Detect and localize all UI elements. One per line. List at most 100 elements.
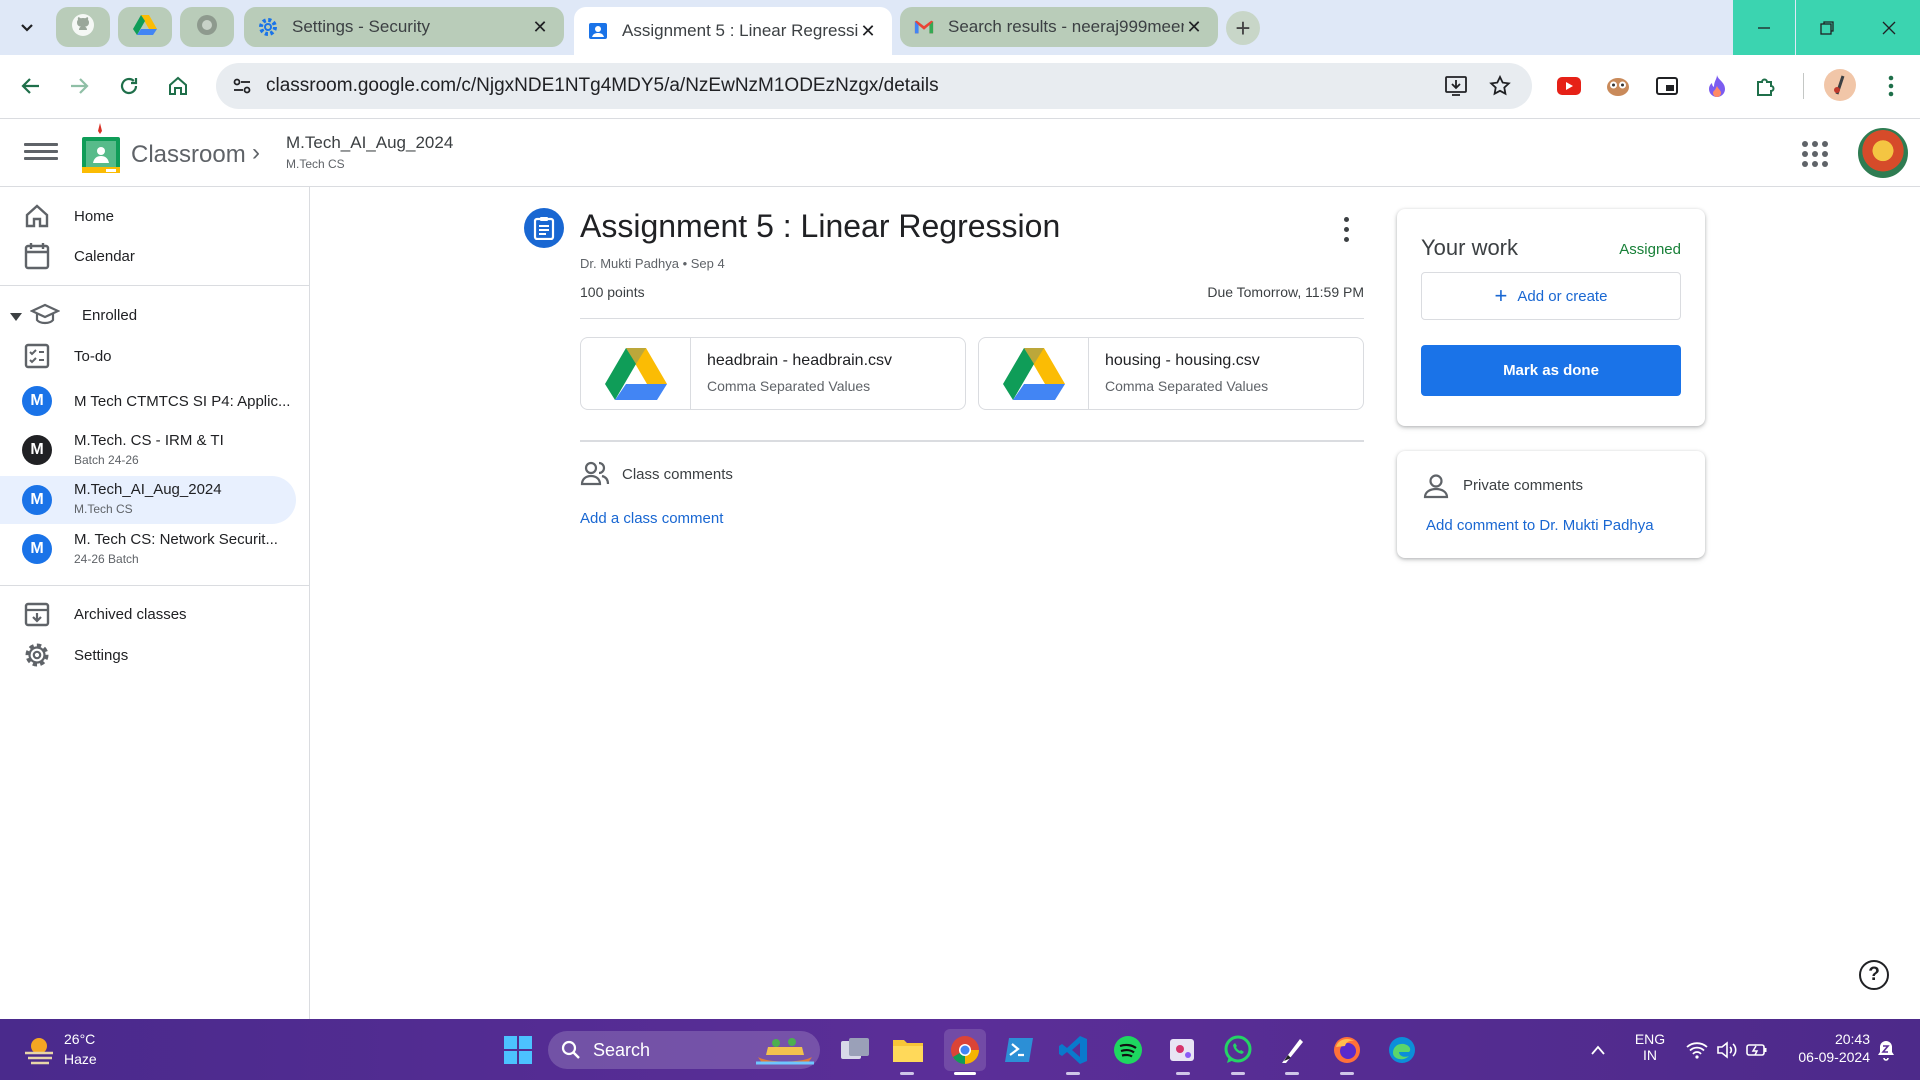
class-subtitle: M.Tech CS	[74, 502, 133, 516]
volume-status[interactable]	[1712, 1032, 1742, 1068]
mark-as-done-button[interactable]: Mark as done	[1421, 345, 1681, 396]
wifi-status[interactable]	[1682, 1032, 1712, 1068]
help-icon[interactable]: ?	[1859, 960, 1889, 990]
running-indicator	[900, 1072, 914, 1075]
close-tab-icon[interactable]: ✕	[858, 21, 878, 41]
battery-charging-icon	[1746, 1044, 1767, 1056]
sidebar-class-item-selected[interactable]: M M.Tech_AI_Aug_2024 M.Tech CS	[0, 476, 296, 524]
snipping-tool-button[interactable]	[1165, 1032, 1201, 1068]
sidebar-class-item[interactable]: M M.Tech. CS - IRM & TI Batch 24-26	[0, 427, 296, 473]
bookmark-star-icon[interactable]	[1488, 74, 1512, 98]
edge-icon	[1389, 1037, 1415, 1063]
add-private-comment-link[interactable]: Add comment to Dr. Mukti Padhya	[1426, 517, 1654, 534]
sidebar-item-todo[interactable]: To-do	[0, 333, 296, 379]
arrow-right-icon	[71, 78, 89, 94]
search-icon	[561, 1040, 580, 1059]
firefox-button[interactable]	[1329, 1032, 1365, 1068]
running-indicator-active	[954, 1072, 976, 1075]
windows-taskbar: 26°C Haze Search ENG IN 20:43 06-09-2024	[0, 1019, 1920, 1080]
restore-icon	[1820, 20, 1834, 35]
add-or-create-button[interactable]: + Add or create	[1421, 272, 1681, 320]
google-apps-icon[interactable]	[1802, 141, 1828, 167]
more-options-icon[interactable]	[1334, 214, 1358, 244]
terminal-icon	[1005, 1038, 1033, 1062]
show-hidden-icons-button[interactable]	[1584, 1032, 1612, 1068]
windows-logo-icon	[504, 1036, 532, 1064]
inkscape-button[interactable]	[1274, 1032, 1310, 1068]
notifications-button[interactable]	[1872, 1032, 1900, 1068]
forward-button[interactable]	[62, 69, 96, 103]
minimize-button[interactable]	[1733, 0, 1795, 55]
app-title[interactable]: Classroom	[131, 141, 246, 169]
whatsapp-button[interactable]	[1220, 1032, 1256, 1068]
gear-icon	[258, 17, 278, 37]
private-comments-card: Private comments Add comment to Dr. Mukt…	[1397, 451, 1705, 558]
tab-settings-security[interactable]: Settings - Security ✕	[244, 7, 564, 47]
pinned-tab-github[interactable]	[56, 7, 110, 47]
vscode-button[interactable]	[1055, 1032, 1091, 1068]
haze-weather-icon[interactable]	[22, 1033, 56, 1067]
close-tab-icon[interactable]: ✕	[1184, 17, 1204, 37]
class-avatar: M	[22, 485, 52, 515]
system-clock[interactable]: 20:43 06-09-2024	[1782, 1031, 1870, 1065]
pinned-tab-globe[interactable]	[180, 7, 234, 47]
header-divider	[580, 318, 1364, 319]
edge-button[interactable]	[1384, 1032, 1420, 1068]
tab-gmail-search[interactable]: Search results - neeraj999meen ✕	[900, 7, 1218, 47]
language-indicator[interactable]: ENG IN	[1628, 1031, 1672, 1063]
pinned-tab-drive[interactable]	[118, 7, 172, 47]
attachment-card[interactable]: headbrain - headbrain.csv Comma Separate…	[580, 337, 966, 410]
pip-extension[interactable]	[1652, 71, 1682, 101]
class-avatar: M	[22, 435, 52, 465]
sidebar-item-archived[interactable]: Archived classes	[0, 591, 296, 637]
sidebar-class-item[interactable]: M M Tech CTMTCS SI P4: Applic...	[0, 378, 296, 424]
account-avatar[interactable]	[1858, 128, 1908, 178]
breadcrumb-class-subtitle: M.Tech CS	[286, 157, 345, 171]
task-view-button[interactable]	[837, 1032, 873, 1068]
owl-extension[interactable]	[1603, 71, 1633, 101]
tab-assignment[interactable]: Assignment 5 : Linear Regressio ✕	[574, 7, 892, 55]
chrome-menu-button[interactable]	[1876, 71, 1906, 101]
breadcrumb-class-title[interactable]: M.Tech_AI_Aug_2024	[286, 133, 453, 153]
main-menu-icon[interactable]	[24, 139, 58, 167]
attachment-card[interactable]: housing - housing.csv Comma Separated Va…	[978, 337, 1364, 410]
snipping-tool-icon	[1170, 1039, 1194, 1061]
running-indicator	[1231, 1072, 1245, 1075]
spotify-button[interactable]	[1110, 1032, 1146, 1068]
home-button[interactable]	[161, 69, 195, 103]
site-info-icon[interactable]	[230, 74, 254, 98]
flame-extension[interactable]	[1702, 71, 1732, 101]
close-tab-icon[interactable]: ✕	[530, 17, 550, 37]
sidebar-class-item[interactable]: M M. Tech CS: Network Securit... 24-26 B…	[0, 526, 296, 572]
taskbar-search[interactable]: Search	[548, 1031, 820, 1069]
sidebar-item-calendar[interactable]: Calendar	[0, 233, 296, 279]
restore-button[interactable]	[1796, 0, 1858, 55]
classroom-logo[interactable]	[80, 123, 124, 177]
battery-status[interactable]	[1742, 1032, 1772, 1068]
url-text[interactable]: classroom.google.com/c/NjgxNDE1NTg4MDY5/…	[266, 75, 939, 97]
powershell-button[interactable]	[1001, 1032, 1037, 1068]
status-badge: Assigned	[1619, 241, 1681, 258]
chrome-icon	[951, 1036, 979, 1064]
address-bar[interactable]: classroom.google.com/c/NjgxNDE1NTg4MDY5/…	[216, 63, 1532, 109]
file-explorer-button[interactable]	[890, 1032, 926, 1068]
running-indicator	[1285, 1072, 1299, 1075]
sidebar-item-settings[interactable]: Settings	[0, 632, 296, 678]
sidebar-item-enrolled[interactable]: Enrolled	[0, 292, 296, 338]
reload-button[interactable]	[112, 69, 146, 103]
whatsapp-icon	[1224, 1035, 1252, 1063]
tab-search-chevron-icon[interactable]	[14, 14, 40, 40]
start-button[interactable]	[500, 1032, 536, 1068]
class-avatar: M	[22, 386, 52, 416]
back-button[interactable]	[14, 69, 48, 103]
add-class-comment-link[interactable]: Add a class comment	[580, 510, 723, 527]
chrome-taskbar-button[interactable]	[944, 1029, 986, 1071]
extensions-button[interactable]	[1751, 71, 1781, 101]
close-window-button[interactable]	[1858, 0, 1920, 55]
youtube-icon	[1557, 77, 1581, 95]
profile-avatar[interactable]	[1824, 69, 1856, 101]
new-tab-button[interactable]: +	[1226, 11, 1260, 45]
breadcrumb-chevron-icon: ›	[252, 139, 260, 166]
youtube-extension[interactable]	[1554, 71, 1584, 101]
install-app-icon[interactable]	[1444, 74, 1468, 98]
